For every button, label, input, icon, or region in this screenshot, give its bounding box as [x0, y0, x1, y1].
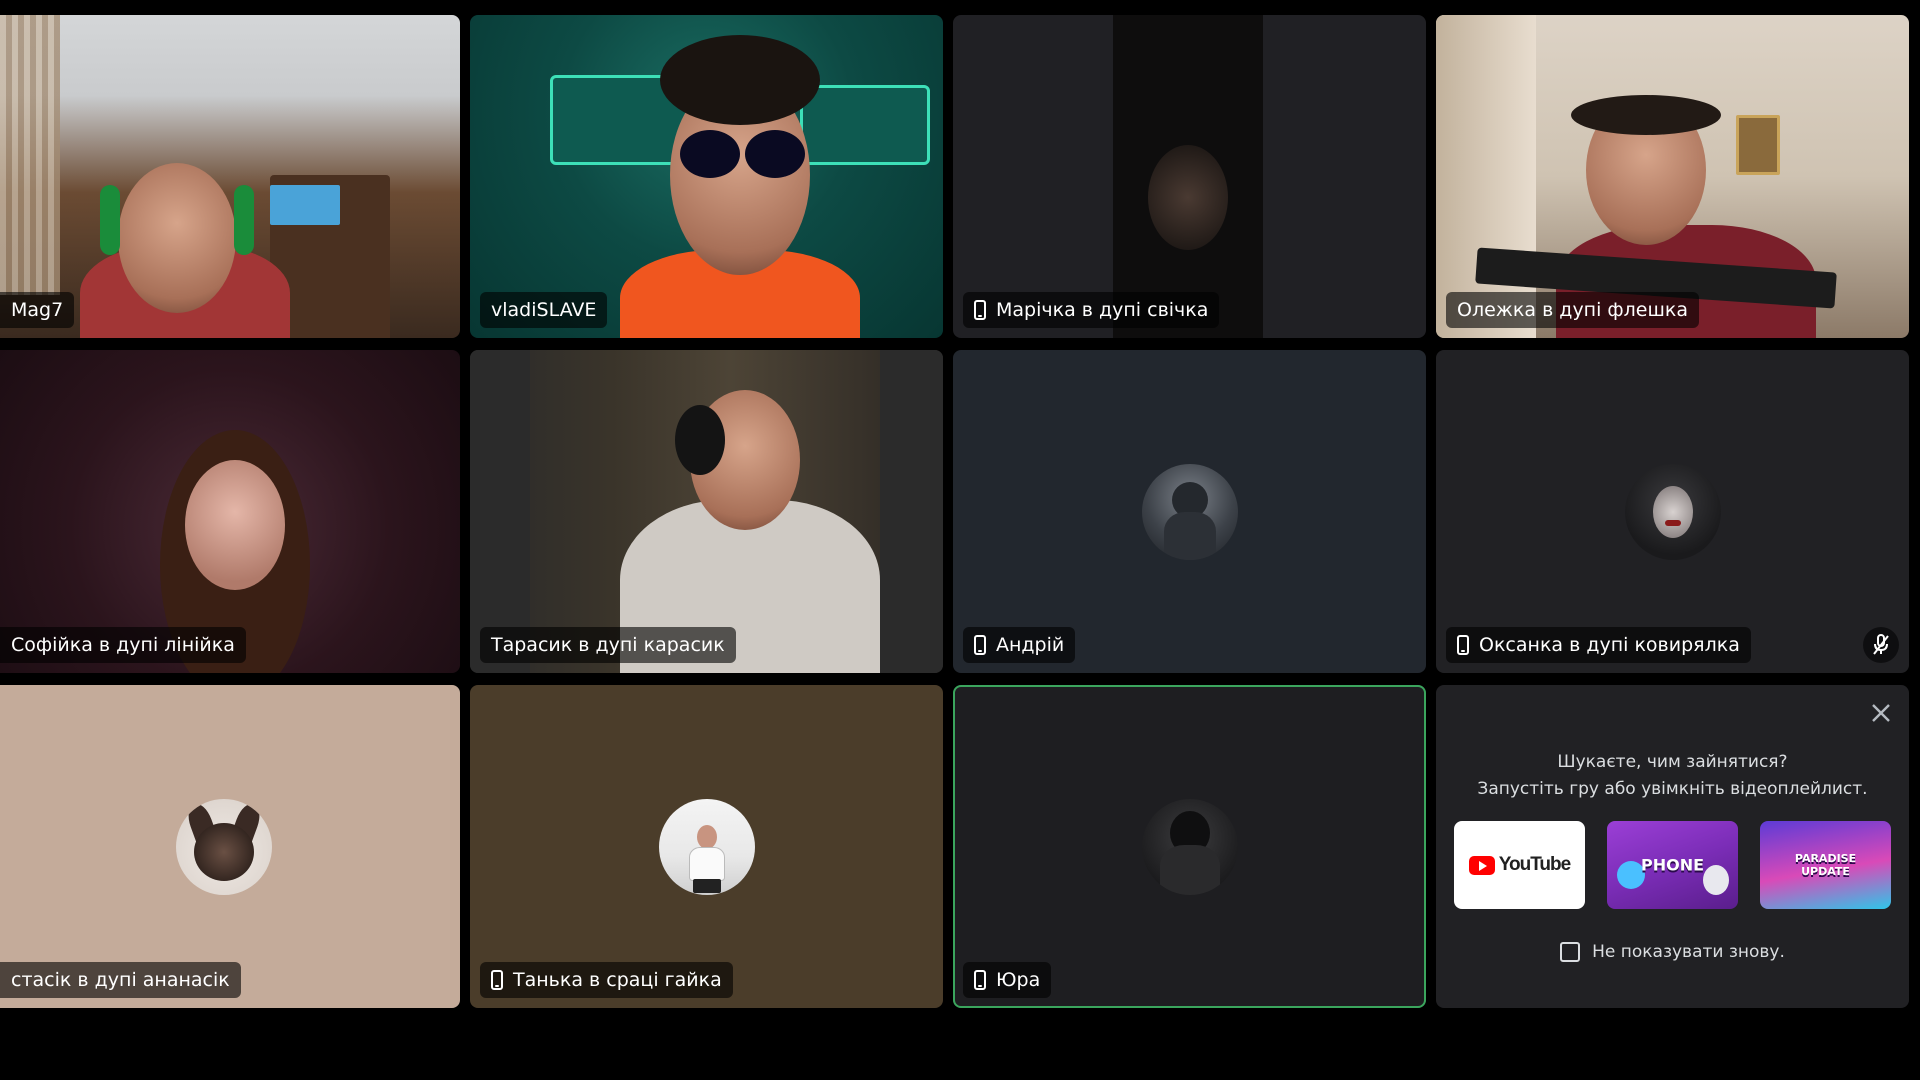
- participant-name-tag: vladiSLAVE: [480, 292, 608, 328]
- video-tile-olezhka[interactable]: Олежка в дупі флешка: [1436, 15, 1909, 338]
- activity-card-label: PARADISE UPDATE: [1794, 852, 1857, 878]
- mobile-phone-icon: [491, 970, 503, 990]
- participant-name: Mag7: [11, 299, 64, 321]
- dont-show-again-label[interactable]: Не показувати знову.: [1592, 942, 1785, 962]
- video-tile-oksanka[interactable]: Оксанка в дупі ковирялка: [1436, 350, 1909, 673]
- mobile-phone-icon: [974, 970, 986, 990]
- participant-name-tag: Оксанка в дупі ковирялка: [1446, 627, 1751, 663]
- muted-microphone-icon: [1863, 627, 1899, 663]
- participant-avatar: [658, 798, 755, 895]
- mobile-phone-icon: [1457, 635, 1469, 655]
- participant-name-tag: Mag7: [0, 292, 75, 328]
- participant-name: Оксанка в дупі ковирялка: [1479, 634, 1740, 656]
- close-icon[interactable]: [1867, 699, 1895, 727]
- youtube-card-label: YouTube: [1498, 854, 1571, 875]
- video-tile-marichka[interactable]: Марічка в дупі свічка: [953, 15, 1426, 338]
- video-tile-andriy[interactable]: Андрій: [953, 350, 1426, 673]
- dont-show-again-checkbox[interactable]: [1560, 942, 1581, 962]
- participant-name-tag: стасік в дупі ананасік: [0, 962, 241, 998]
- participant-name-tag: Тарасик в дупі карасик: [480, 627, 736, 663]
- participant-name-tag: Танька в сраці гайка: [480, 962, 733, 998]
- activity-promo-panel: Шукаєте, чим зайнятися? Запустіть гру аб…: [1436, 685, 1909, 1008]
- participant-name-tag: Юра: [963, 962, 1052, 998]
- youtube-card[interactable]: YouTube: [1454, 821, 1585, 909]
- participant-avatar: [176, 798, 272, 895]
- activity-card[interactable]: PARADISE UPDATE: [1760, 821, 1891, 909]
- participant-name: Марічка в дупі свічка: [996, 299, 1209, 321]
- participant-name: Танька в сраці гайка: [513, 969, 722, 991]
- participant-name-tag: Марічка в дупі свічка: [963, 292, 1220, 328]
- participant-name: Олежка в дупі флешка: [1457, 299, 1689, 321]
- gartic-phone-card-label: PHONE: [1640, 855, 1705, 875]
- promo-heading: Шукаєте, чим зайнятися? Запустіть гру аб…: [1436, 749, 1909, 803]
- participant-name-tag: Софійка в дупі лінійка: [0, 627, 246, 663]
- mobile-phone-icon: [974, 635, 986, 655]
- promo-line-2: Запустіть гру або увімкніть відеоплейлис…: [1477, 779, 1868, 799]
- promo-line-1: Шукаєте, чим зайнятися?: [1557, 752, 1788, 772]
- video-tile-vladislave[interactable]: vladiSLAVE: [470, 15, 943, 338]
- video-tile-mag7[interactable]: Mag7: [0, 15, 460, 338]
- participant-name: vladiSLAVE: [491, 299, 597, 321]
- video-tile-tarasyk[interactable]: Тарасик в дупі карасик: [470, 350, 943, 673]
- youtube-logo-icon: [1468, 855, 1495, 875]
- gartic-phone-card[interactable]: PHONE: [1607, 821, 1738, 909]
- participant-name-tag: Андрій: [963, 627, 1076, 663]
- video-tile-yura[interactable]: Юра: [953, 685, 1426, 1008]
- participant-name: Юра: [996, 969, 1041, 991]
- activity-cards: YouTube PHONE PARADISE UPDATE: [1454, 821, 1891, 909]
- mobile-phone-icon: [974, 300, 986, 320]
- dont-show-again-row: Не показувати знову.: [1436, 942, 1909, 962]
- participant-name-tag: Олежка в дупі флешка: [1446, 292, 1700, 328]
- participant-name: Софійка в дупі лінійка: [11, 634, 235, 656]
- participant-avatar: [1141, 798, 1238, 895]
- video-tile-sofiika[interactable]: Софійка в дупі лінійка: [0, 350, 460, 673]
- participant-name: Андрій: [996, 634, 1065, 656]
- video-tile-tanka[interactable]: Танька в сраці гайка: [470, 685, 943, 1008]
- participant-avatar: [1624, 463, 1721, 560]
- video-grid: Mag7 vladiSLAVE Марічка в дупі свічка Ол…: [0, 15, 1910, 1011]
- participant-name: стасік в дупі ананасік: [11, 969, 230, 991]
- participant-avatar: [1141, 463, 1238, 560]
- participant-name: Тарасик в дупі карасик: [491, 634, 725, 656]
- video-tile-stasik[interactable]: стасік в дупі ананасік: [0, 685, 460, 1008]
